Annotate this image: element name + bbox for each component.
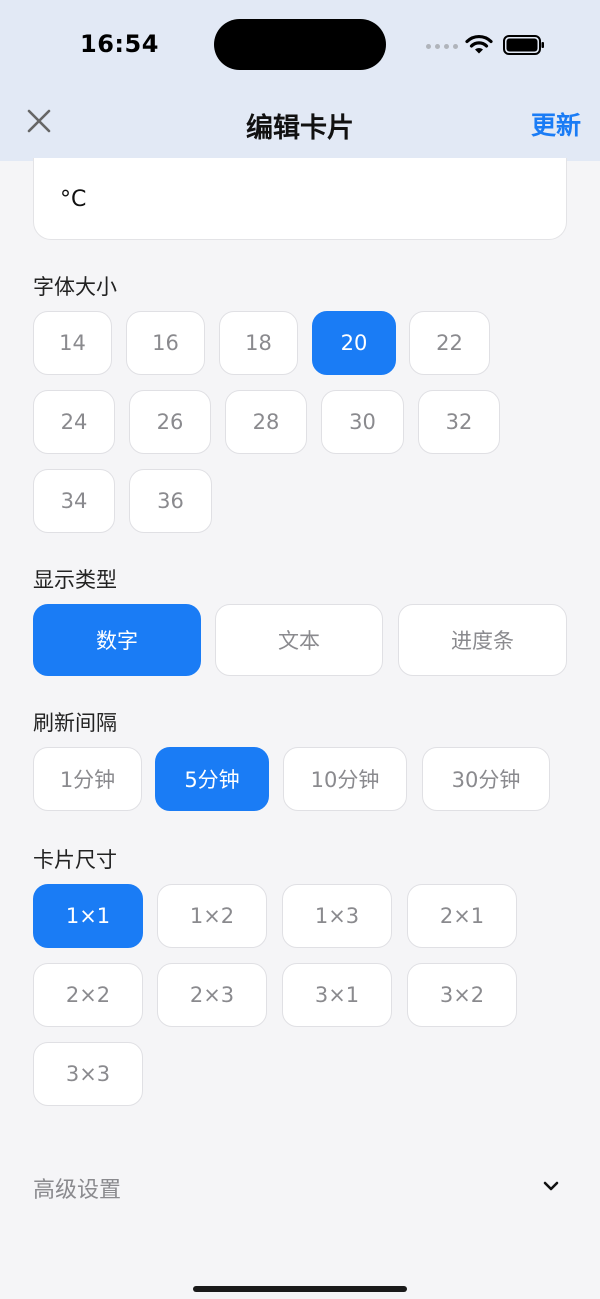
card-size-option-2[interactable]: 1×3 [282, 884, 392, 948]
display-type-option-2[interactable]: 进度条 [398, 604, 567, 676]
chevron-down-icon[interactable] [541, 1178, 561, 1194]
font-size-option-2[interactable]: 18 [219, 311, 298, 375]
card-size-option-0[interactable]: 1×1 [33, 884, 143, 948]
status-time: 16:54 [80, 30, 159, 58]
dynamic-island [214, 19, 386, 70]
display-type-option-0[interactable]: 数字 [33, 604, 201, 676]
card-size-option-5[interactable]: 2×3 [157, 963, 267, 1027]
home-indicator [193, 1286, 407, 1292]
cellular-signal-icon [426, 44, 458, 49]
top-bar: 16:54 编辑卡片 更新 [0, 0, 600, 161]
font-size-option-9[interactable]: 32 [418, 390, 500, 454]
page-title: 编辑卡片 [246, 113, 354, 144]
refresh-interval-label: 刷新间隔 [33, 711, 117, 735]
font-size-option-10[interactable]: 34 [33, 469, 115, 533]
card-size-option-3[interactable]: 2×1 [407, 884, 517, 948]
battery-icon [503, 35, 544, 55]
refresh-interval-option-0[interactable]: 1分钟 [33, 747, 142, 811]
card-size-option-1[interactable]: 1×2 [157, 884, 267, 948]
font-size-option-8[interactable]: 30 [321, 390, 404, 454]
card-size-option-7[interactable]: 3×2 [407, 963, 517, 1027]
card-size-option-4[interactable]: 2×2 [33, 963, 143, 1027]
advanced-settings-toggle[interactable]: 高级设置 [33, 1172, 121, 1204]
refresh-interval-option-1[interactable]: 5分钟 [155, 747, 269, 811]
update-button[interactable]: 更新 [531, 106, 581, 142]
card-size-label: 卡片尺寸 [33, 848, 117, 872]
wifi-icon [465, 34, 493, 54]
font-size-option-4[interactable]: 22 [409, 311, 490, 375]
font-size-option-1[interactable]: 16 [126, 311, 205, 375]
card-size-option-6[interactable]: 3×1 [282, 963, 392, 1027]
font-size-option-5[interactable]: 24 [33, 390, 115, 454]
font-size-option-0[interactable]: 14 [33, 311, 112, 375]
display-type-option-1[interactable]: 文本 [215, 604, 383, 676]
font-size-option-7[interactable]: 28 [225, 390, 307, 454]
refresh-interval-option-2[interactable]: 10分钟 [283, 747, 407, 811]
unit-field[interactable]: °C [33, 158, 567, 240]
font-size-label: 字体大小 [33, 275, 117, 299]
refresh-interval-option-3[interactable]: 30分钟 [422, 747, 550, 811]
display-type-label: 显示类型 [33, 568, 117, 592]
font-size-option-6[interactable]: 26 [129, 390, 211, 454]
edit-card-screen: 16:54 编辑卡片 更新 °C 字体大小 14 16 18 20 22 24 26 28 30… [0, 0, 600, 1299]
font-size-option-3[interactable]: 20 [312, 311, 396, 375]
font-size-option-11[interactable]: 36 [129, 469, 212, 533]
card-size-option-8[interactable]: 3×3 [33, 1042, 143, 1106]
